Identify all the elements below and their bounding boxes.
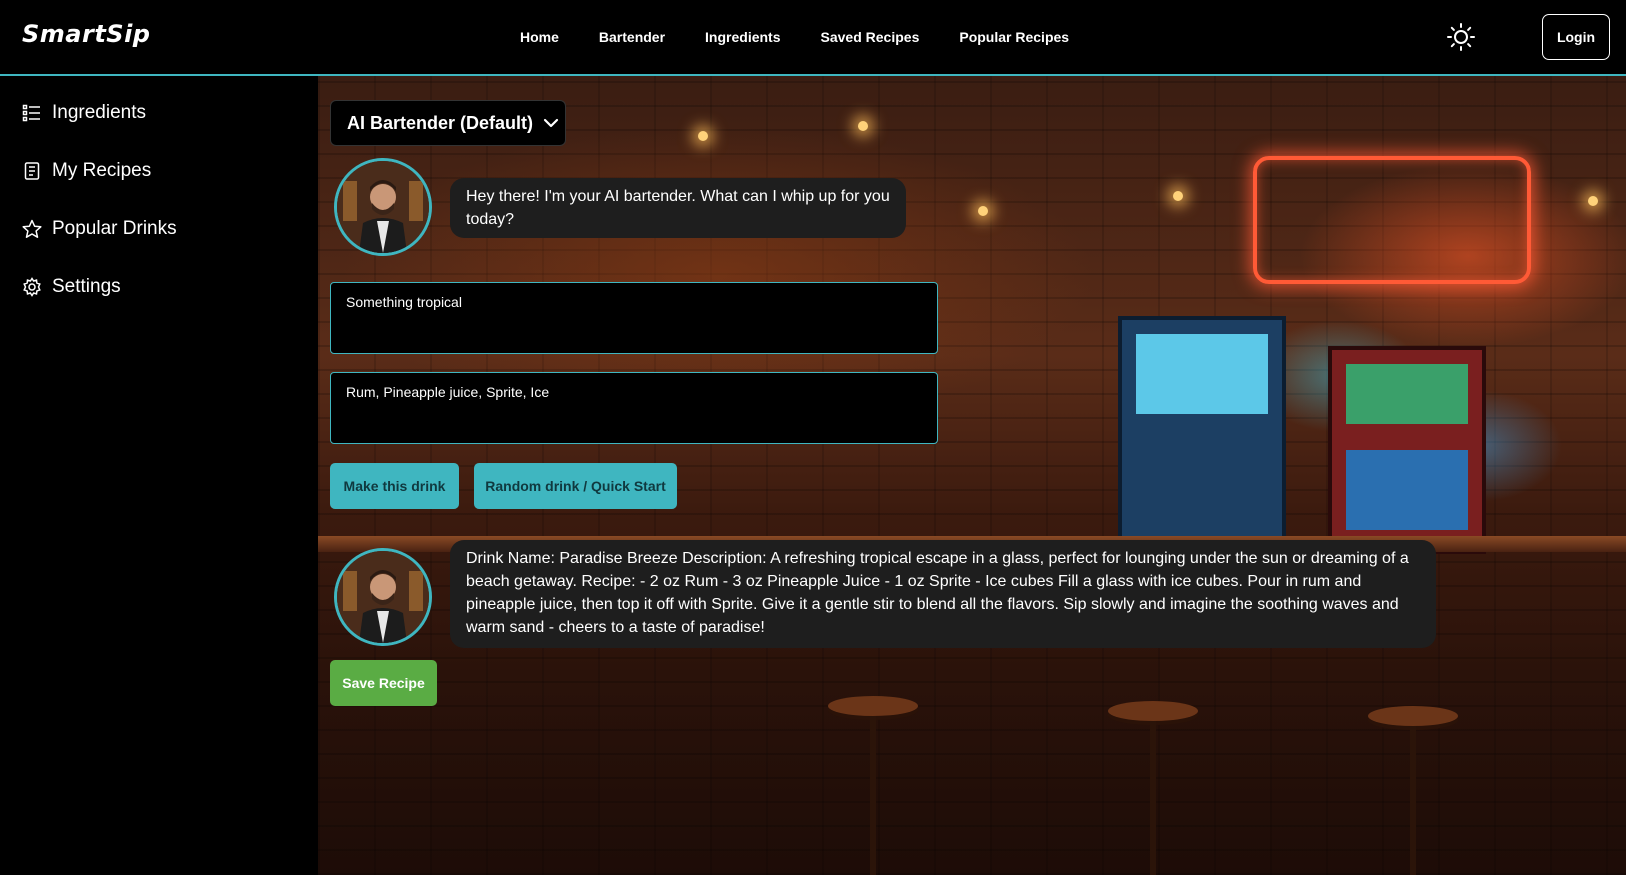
- hanging-light: [698, 131, 708, 141]
- sidebar-item-ingredients[interactable]: Ingredients: [22, 98, 146, 128]
- bar-stool: [1368, 706, 1458, 726]
- bartender-avatar: [334, 158, 432, 256]
- save-recipe-button[interactable]: Save Recipe: [330, 660, 437, 706]
- star-icon: [22, 219, 42, 238]
- sidebar-item-settings[interactable]: Settings: [22, 272, 121, 302]
- bartender-dropdown[interactable]: AI Bartender (Default): [330, 100, 566, 146]
- recipe-icon: [24, 162, 40, 180]
- bartender-avatar: [334, 548, 432, 646]
- sidebar-item-my-recipes[interactable]: My Recipes: [22, 156, 151, 186]
- drink-request-input[interactable]: Something tropical: [330, 282, 938, 354]
- arcade-machine: [1328, 346, 1486, 554]
- sidebar-item-label: My Recipes: [52, 160, 152, 181]
- nav-ingredients[interactable]: Ingredients: [685, 29, 800, 45]
- bar-stool: [1108, 701, 1198, 721]
- sidebar-item-label: Ingredients: [52, 102, 147, 123]
- app-logo[interactable]: SmartSip: [22, 20, 151, 48]
- nav-saved-recipes[interactable]: Saved Recipes: [801, 29, 940, 45]
- hanging-light: [1588, 196, 1598, 206]
- hanging-light: [858, 121, 868, 131]
- arcade-machine: [1118, 316, 1286, 544]
- hanging-light: [978, 206, 988, 216]
- main-nav: Home Bartender Ingredients Saved Recipes…: [500, 0, 1089, 74]
- top-navbar: SmartSip Home Bartender Ingredients Save…: [0, 0, 1626, 76]
- bartender-dropdown-label: AI Bartender (Default): [347, 112, 534, 133]
- sidebar: Ingredients My Recipes Popular Drinks Se…: [0, 76, 318, 875]
- neon-sign: [1253, 156, 1531, 284]
- list-icon: [22, 104, 40, 122]
- bartender-recipe-message: Drink Name: Paradise Breeze Description:…: [450, 540, 1436, 648]
- nav-bartender[interactable]: Bartender: [579, 29, 685, 45]
- hanging-light: [1173, 191, 1183, 201]
- bartender-portrait: [337, 161, 429, 253]
- ingredients-input[interactable]: Rum, Pineapple juice, Sprite, Ice: [330, 372, 938, 444]
- chevron-down-icon: [543, 118, 559, 128]
- gear-icon: [23, 277, 41, 297]
- nav-popular-recipes[interactable]: Popular Recipes: [939, 29, 1089, 45]
- login-button[interactable]: Login: [1542, 14, 1610, 60]
- bartender-portrait: [337, 551, 429, 643]
- sidebar-item-label: Settings: [52, 276, 121, 297]
- bartender-greeting-message: Hey there! I'm your AI bartender. What c…: [450, 178, 906, 238]
- make-drink-button[interactable]: Make this drink: [330, 463, 459, 509]
- sun-icon[interactable]: [1446, 22, 1476, 52]
- sidebar-item-popular-drinks[interactable]: Popular Drinks: [22, 214, 177, 244]
- nav-home[interactable]: Home: [500, 29, 579, 45]
- random-drink-button[interactable]: Random drink / Quick Start: [474, 463, 677, 509]
- sidebar-item-label: Popular Drinks: [52, 218, 177, 239]
- bar-stool: [828, 696, 918, 716]
